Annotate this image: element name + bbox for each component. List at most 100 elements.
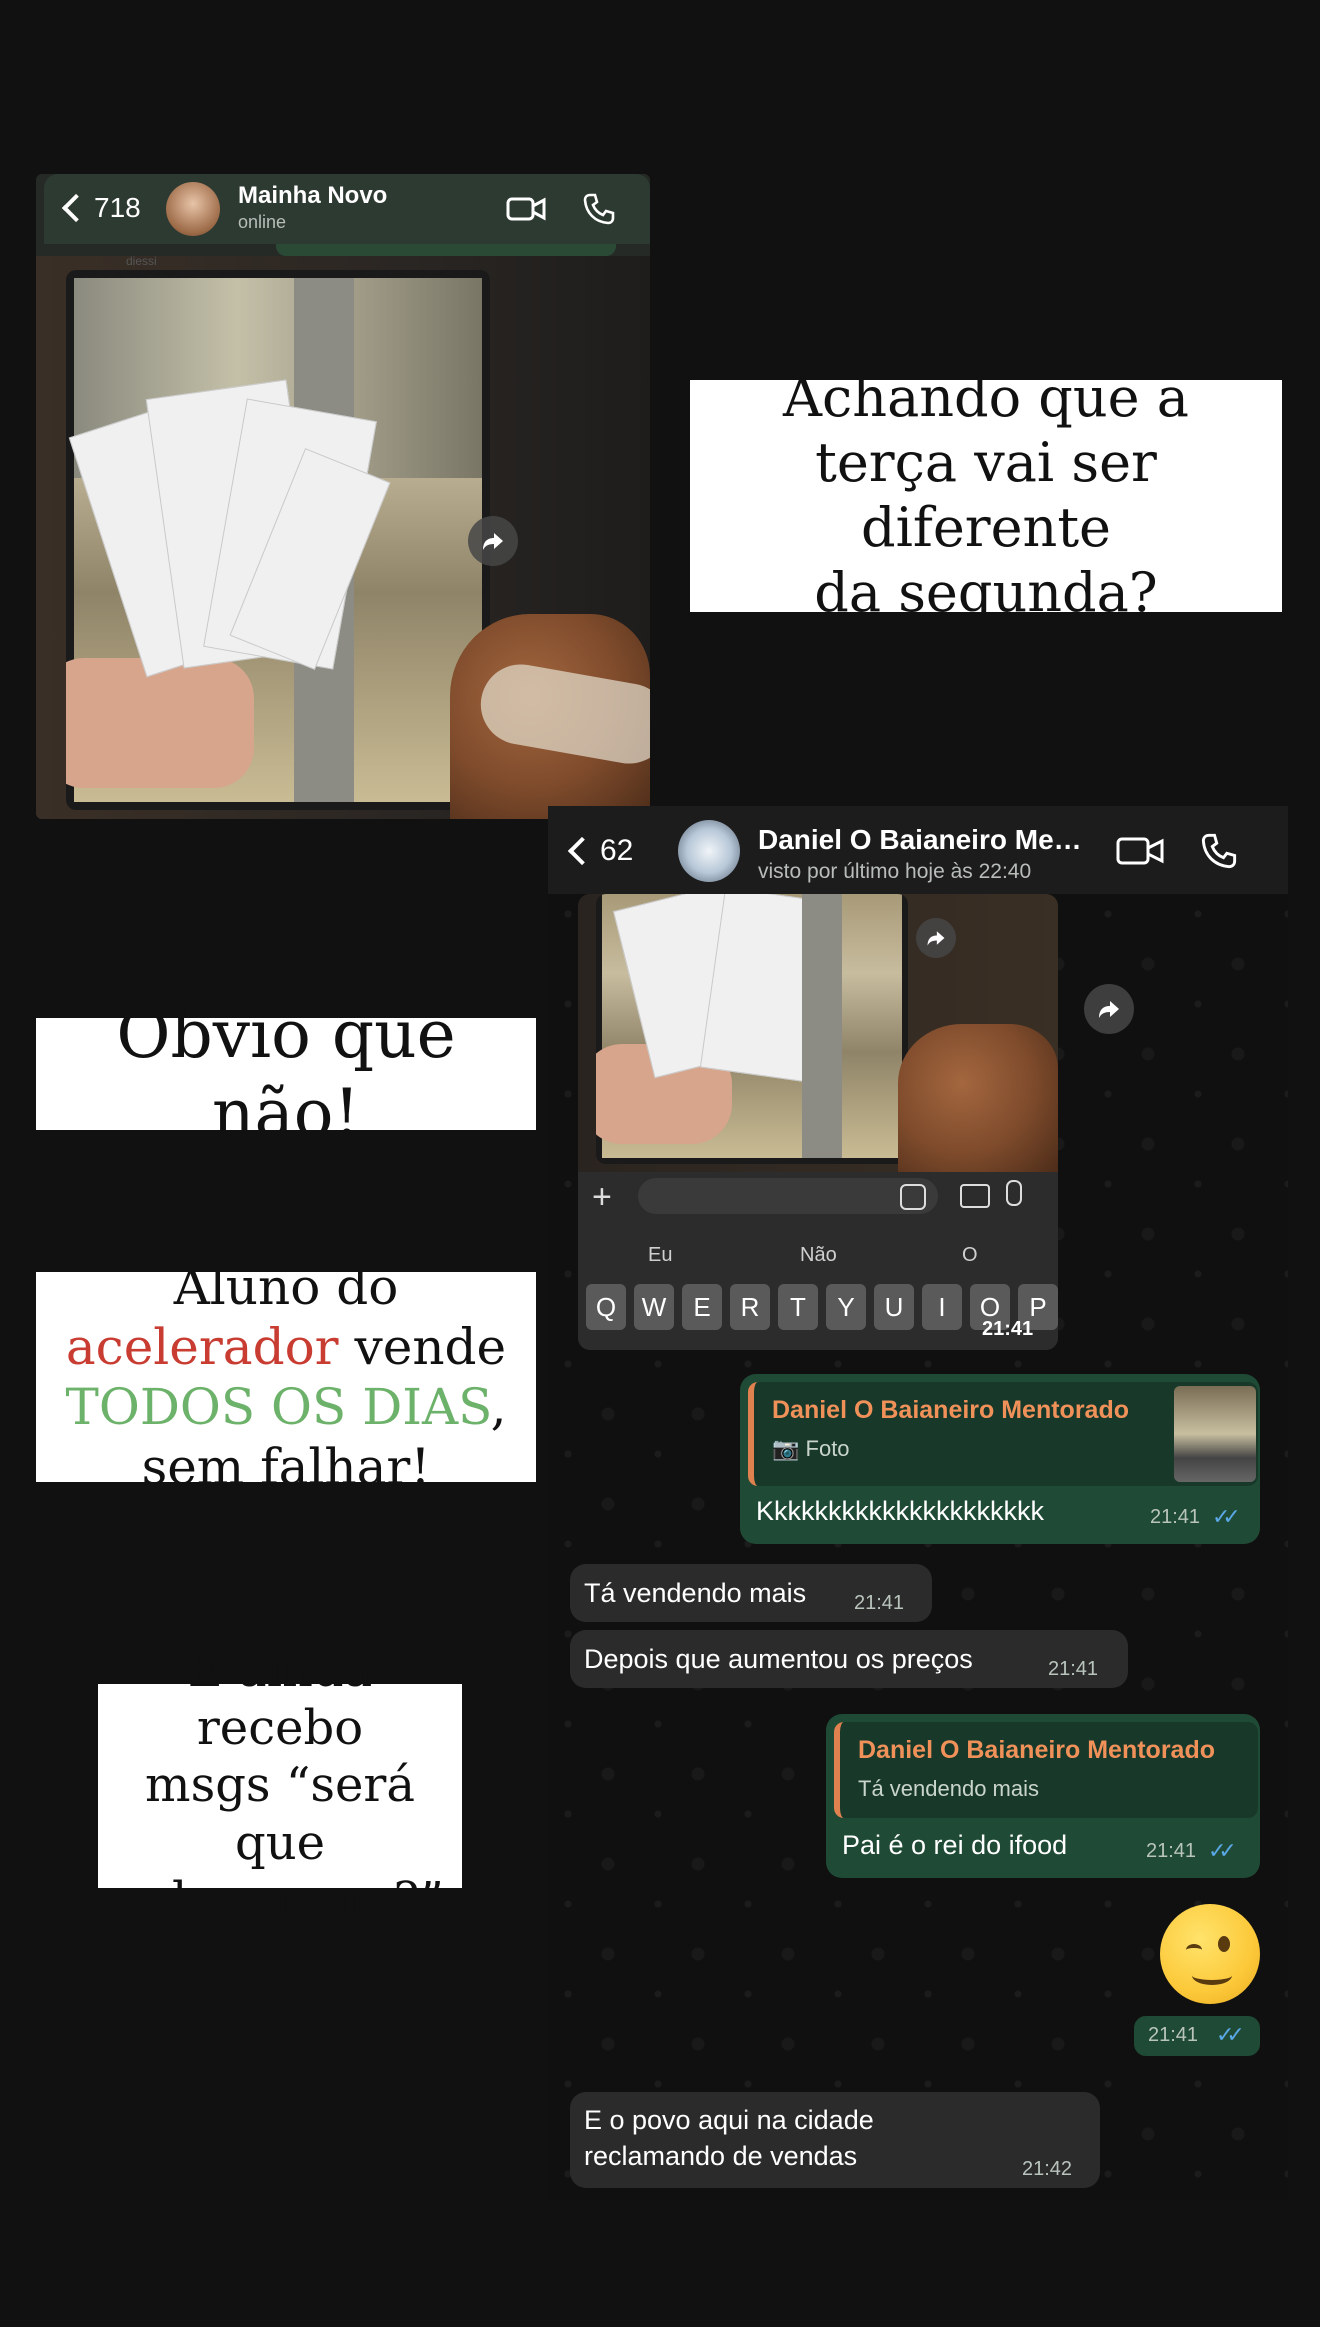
key[interactable]: W <box>634 1284 674 1330</box>
message-text: E o povo aqui na cidade reclamando de ve… <box>584 2105 874 2171</box>
caption-answer: Óbvio que não! <box>36 996 536 1152</box>
caption-msgs: E ainda recebo msgs “será que vale a pen… <box>98 1642 462 1928</box>
chat-screenshot-2: 62 Daniel O Baianeiro Me… visto por últi… <box>548 806 1288 2201</box>
phone-icon[interactable] <box>582 192 616 231</box>
message-time: 21:41 <box>854 1592 905 1614</box>
photo-image <box>596 894 902 1158</box>
plus-icon[interactable]: + <box>592 1178 612 1217</box>
camera-icon: 📷 <box>772 1436 806 1461</box>
message-input[interactable] <box>638 1178 938 1214</box>
caption-text: vende <box>338 1318 507 1376</box>
message-time: 21:41 <box>1148 2024 1199 2046</box>
caption-text: Aluno do <box>173 1258 399 1316</box>
key[interactable]: I <box>922 1284 962 1330</box>
winking-face-emoji[interactable] <box>1160 1904 1260 2004</box>
back-button[interactable]: 62 <box>567 834 634 868</box>
quoted-text: Tá vendendo mais <box>858 1776 1039 1801</box>
video-call-icon[interactable] <box>1116 834 1164 873</box>
camera-icon[interactable] <box>960 1184 990 1208</box>
quoted-text: 📷 Foto <box>772 1436 850 1462</box>
read-ticks-icon: ✓✓ <box>1212 1504 1241 1529</box>
contact-status: online <box>238 212 287 232</box>
emoji-mouth <box>1192 1966 1232 1985</box>
caption-highlight-green: TODOS OS DIAS <box>65 1378 491 1436</box>
microphone-icon[interactable] <box>1006 1180 1022 1206</box>
suggestion[interactable]: Eu <box>648 1244 672 1267</box>
inner-time: 21:41 <box>982 1318 1034 1340</box>
photo-image <box>66 278 482 802</box>
chevron-left-icon <box>567 836 597 866</box>
message-time: 21:41 <box>1048 1658 1099 1680</box>
forward-button[interactable] <box>916 918 956 958</box>
key[interactable]: Y <box>826 1284 866 1330</box>
unread-count: 718 <box>94 192 141 223</box>
forward-icon <box>483 533 503 550</box>
inner-screenshot[interactable]: + Eu Não O Q W E R T Y U I O P 21:41 <box>578 894 1058 1350</box>
photo-thumbnail[interactable] <box>66 270 490 810</box>
dog <box>898 1024 1058 1172</box>
avatar[interactable] <box>678 820 740 882</box>
emoji-timestamp-bubble: 21:41 ✓✓ <box>1134 2016 1260 2056</box>
caption-line: terça vai ser diferente <box>815 431 1157 559</box>
suggestion[interactable]: O <box>962 1244 978 1267</box>
key[interactable]: R <box>730 1284 770 1330</box>
read-ticks-icon: ✓✓ <box>1216 2022 1245 2047</box>
caption-line: da segunda? <box>814 560 1158 624</box>
key[interactable]: T <box>778 1284 818 1330</box>
contact-status: visto por último hoje às 22:40 <box>758 860 1032 883</box>
quoted-author: Daniel O Baianeiro Mentorado <box>858 1736 1216 1764</box>
key[interactable]: E <box>682 1284 722 1330</box>
quoted-message[interactable]: Daniel O Baianeiro Mentorado Tá vendendo… <box>834 1722 1258 1818</box>
caption-line: msgs “será que <box>145 1757 415 1871</box>
message-time: 21:41 <box>1150 1506 1201 1528</box>
emoji-eye <box>1186 1944 1202 1956</box>
message-text: Tá vendendo mais <box>584 1578 807 1608</box>
avatar[interactable] <box>166 182 220 236</box>
caption-acelerador: Aluno do acelerador vende TODOS OS DIAS,… <box>36 1258 536 1496</box>
chat-screenshot-1: 718 Mainha Novo online diessi <box>36 174 650 819</box>
key[interactable]: Q <box>586 1284 626 1330</box>
door-frame <box>802 894 842 1158</box>
caption-line: vale a pena?” <box>116 1872 444 1929</box>
read-ticks-icon: ✓✓ <box>1208 1838 1237 1863</box>
quoted-thumbnail <box>1174 1386 1256 1482</box>
contact-name[interactable]: Mainha Novo <box>238 182 387 210</box>
message-bubble-incoming[interactable]: Tá vendendo mais 21:41 <box>570 1564 932 1622</box>
message-bubble-outgoing[interactable]: Daniel O Baianeiro Mentorado 📷 Foto Kkkk… <box>740 1374 1260 1544</box>
forward-button[interactable] <box>468 516 518 566</box>
quoted-message[interactable]: Daniel O Baianeiro Mentorado 📷 Foto <box>748 1382 1258 1486</box>
chat-header: 718 Mainha Novo online <box>44 174 650 244</box>
caption-line: Achando que a <box>783 366 1189 430</box>
back-button[interactable]: 718 <box>61 192 141 224</box>
quoted-author: Daniel O Baianeiro Mentorado <box>772 1396 1130 1424</box>
message-bubble-incoming[interactable]: Depois que aumentou os preços 21:41 <box>570 1630 1128 1688</box>
keyboard-area: + Eu Não O Q W E R T Y U I O P 21:41 <box>578 1172 1058 1350</box>
message-text: Pai é o rei do ifood <box>842 1830 1068 1860</box>
caption-question: Achando que a terça vai ser diferente da… <box>690 366 1282 624</box>
caption-highlight-red: acelerador <box>65 1318 339 1376</box>
sticker-icon[interactable] <box>900 1184 926 1210</box>
emoji-eye <box>1218 1936 1230 1952</box>
suggestion[interactable]: Não <box>800 1244 837 1267</box>
key[interactable]: U <box>874 1284 914 1330</box>
message-bubble-edge <box>276 244 616 256</box>
caption-line: E ainda recebo <box>187 1642 373 1756</box>
message-bubble-incoming[interactable]: E o povo aqui na cidade reclamando de ve… <box>570 2092 1100 2188</box>
chat-header: 62 Daniel O Baianeiro Me… visto por últi… <box>548 806 1288 894</box>
forward-icon <box>927 931 945 946</box>
forward-icon <box>1099 1001 1119 1018</box>
caption-text: Óbvio que não! <box>116 995 456 1152</box>
message-time: 21:42 <box>1022 2158 1073 2180</box>
forward-button[interactable] <box>1084 984 1134 1034</box>
contact-name[interactable]: Daniel O Baianeiro Me… <box>758 824 1082 856</box>
message-bubble-outgoing[interactable]: Daniel O Baianeiro Mentorado Tá vendendo… <box>826 1714 1260 1878</box>
message-text: Kkkkkkkkkkkkkkkkkkkkk <box>756 1496 1045 1526</box>
quoted-label: Foto <box>805 1436 850 1461</box>
phone-icon[interactable] <box>1200 832 1238 875</box>
chevron-left-icon <box>61 193 91 223</box>
message-time: 21:41 <box>1146 1840 1197 1862</box>
message-text: Depois que aumentou os preços <box>584 1644 973 1674</box>
video-call-icon[interactable] <box>506 194 546 229</box>
inner-photo <box>596 894 908 1164</box>
unread-count: 62 <box>600 834 634 867</box>
